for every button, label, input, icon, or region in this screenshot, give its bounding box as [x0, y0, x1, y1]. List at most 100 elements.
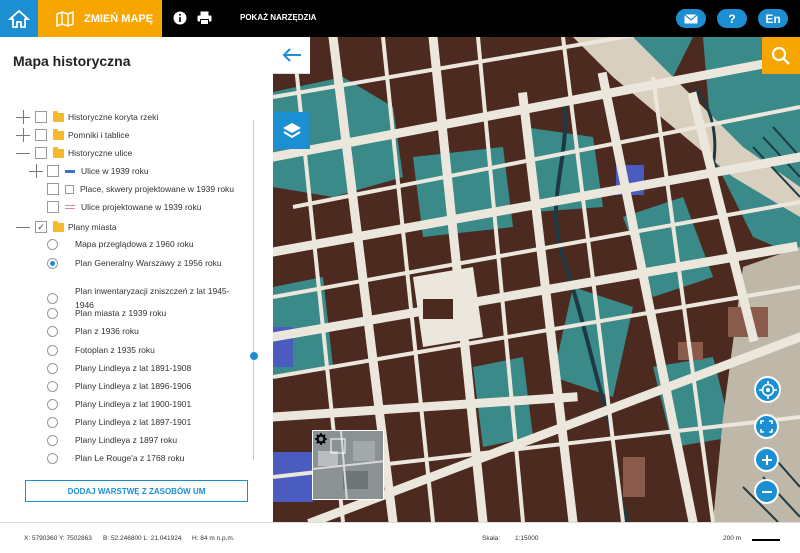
plan-radio[interactable] — [47, 416, 58, 428]
gear-icon[interactable] — [315, 432, 327, 450]
plan-item[interactable]: Plany Lindleya z 1897 roku — [47, 432, 177, 448]
plan-item-selected[interactable]: Plan Generalny Warszawy z 1956 roku — [47, 255, 222, 271]
language-button[interactable]: En — [758, 9, 788, 28]
scale-bar-label: 200 m — [723, 535, 742, 542]
top-bar: ZMIEŃ MAPĘ POKAŻ NARZĘDZIA ? En — [0, 0, 800, 37]
zoom-in-button[interactable] — [754, 447, 779, 472]
plan-item[interactable]: Plan z 1936 roku — [47, 323, 139, 339]
change-map-label: ZMIEŃ MAPĘ — [84, 12, 154, 25]
plan-label: Mapa przeglądowa z 1960 roku — [75, 239, 194, 249]
layer-item: Ulice w 1939 roku — [47, 163, 149, 179]
plan-radio[interactable] — [47, 452, 58, 464]
pink-line-symbol-icon — [65, 205, 75, 209]
plan-label: Plan z 1936 roku — [75, 326, 139, 336]
plan-label: Plan inwentaryzacji zniszczeń z lat 1945… — [75, 286, 230, 296]
expand-icon[interactable] — [16, 128, 30, 142]
folder-icon — [53, 128, 64, 140]
plan-radio[interactable] — [47, 344, 58, 356]
add-layer-button[interactable]: DODAJ WARSTWĘ Z ZASOBÓW UM — [25, 480, 248, 502]
zoom-out-button[interactable] — [754, 479, 779, 504]
layers-panel: Mapa historyczna Historyczne koryta rzek… — [0, 37, 273, 522]
layer-label: Pomniki i tablice — [68, 130, 130, 140]
search-icon — [771, 46, 790, 65]
arrow-left-icon — [282, 48, 301, 62]
plan-item[interactable]: Fotoplan z 1935 roku — [47, 342, 155, 358]
status-bar: X: 5790360 Y: 7502863 B: 52.246800 L: 21… — [0, 522, 800, 553]
mail-icon — [684, 13, 698, 23]
plan-label: Plany Lindleya z lat 1897-1901 — [75, 417, 192, 427]
layer-checkbox[interactable] — [47, 183, 59, 195]
layer-item: Pomniki i tablice — [35, 127, 129, 143]
plan-label: Plany Lindleya z 1897 roku — [75, 435, 178, 445]
plan-item[interactable]: Plany Lindleya z lat 1891-1908 — [47, 360, 191, 376]
layer-checkbox-checked[interactable]: ✓ — [35, 221, 47, 233]
layer-checkbox[interactable] — [35, 129, 47, 141]
layer-label: Historyczne koryta rzeki — [68, 112, 159, 122]
layer-item: Ulice projektowane w 1939 roku — [47, 199, 201, 215]
map-icon — [56, 10, 74, 27]
collapse-panel-button[interactable] — [273, 37, 310, 74]
plan-radio[interactable] — [47, 307, 58, 319]
blue-line-symbol-icon — [65, 169, 75, 173]
expand-icon[interactable] — [29, 164, 43, 178]
layer-label: Ulice w 1939 roku — [81, 166, 149, 176]
overview-map[interactable] — [312, 430, 384, 500]
height-readout: H: 84 m n.p.m. — [192, 535, 235, 542]
scrollbar-handle[interactable] — [250, 352, 258, 360]
plan-item[interactable]: Mapa przeglądowa z 1960 roku — [47, 236, 194, 252]
plan-radio[interactable] — [47, 362, 58, 374]
locate-button[interactable] — [754, 376, 781, 403]
plan-item[interactable]: Plan Le Rouge'a z 1768 roku — [47, 450, 184, 466]
info-icon[interactable] — [172, 10, 188, 26]
layers-icon — [282, 122, 301, 138]
plan-label: Plany Lindleya z lat 1891-1908 — [75, 363, 192, 373]
layer-label: Place, skwery projektowane w 1939 roku — [80, 184, 235, 194]
crosshair-icon — [758, 380, 777, 399]
bl-coordinates: B: 52.246800 L: 21.041924 — [103, 535, 182, 542]
folder-icon — [53, 146, 64, 158]
contact-button[interactable] — [676, 9, 706, 28]
change-map-button[interactable]: ZMIEŃ MAPĘ — [38, 0, 162, 37]
collapse-icon[interactable] — [16, 146, 30, 160]
layer-checkbox[interactable] — [35, 147, 47, 159]
plan-item[interactable]: Plany Lindleya z lat 1897-1901 — [47, 414, 191, 430]
map-search-button[interactable] — [762, 37, 800, 74]
layer-checkbox[interactable] — [47, 165, 59, 177]
plan-radio[interactable] — [47, 238, 58, 250]
plan-radio[interactable] — [47, 325, 58, 337]
folder-icon — [53, 220, 64, 232]
layer-item: ✓ Plany miasta — [35, 219, 117, 235]
plan-radio[interactable] — [47, 380, 58, 392]
layer-label: Ulice projektowane w 1939 roku — [81, 202, 202, 212]
expand-icon — [760, 420, 773, 433]
xy-coordinates: X: 5790360 Y: 7502863 — [24, 535, 92, 542]
square-symbol-icon — [65, 184, 74, 194]
scale-value[interactable]: 1:15000 — [515, 535, 539, 542]
print-icon[interactable] — [196, 10, 212, 26]
plan-label: Plany Lindleya z lat 1900-1901 — [75, 399, 192, 409]
home-button[interactable] — [0, 0, 38, 37]
layer-checkbox[interactable] — [35, 111, 47, 123]
plan-item[interactable]: Plan miasta z 1939 roku — [47, 305, 166, 321]
plan-label: Plan miasta z 1939 roku — [75, 308, 167, 318]
folder-icon — [53, 110, 64, 122]
show-tools-button[interactable]: POKAŻ NARZĘDZIA — [240, 13, 316, 22]
layer-checkbox[interactable] — [47, 201, 59, 213]
expand-icon[interactable] — [16, 110, 30, 124]
layers-button[interactable] — [273, 112, 310, 149]
plan-radio[interactable] — [47, 292, 58, 304]
layer-label: Plany miasta — [68, 222, 117, 232]
minus-icon — [761, 490, 772, 493]
plan-label: Plan Le Rouge'a z 1768 roku — [75, 453, 185, 463]
help-button[interactable]: ? — [717, 9, 747, 28]
layer-item: Place, skwery projektowane w 1939 roku — [47, 181, 234, 197]
plan-item[interactable]: Plany Lindleya z lat 1896-1906 — [47, 378, 191, 394]
collapse-icon[interactable] — [16, 220, 30, 234]
plan-item[interactable]: Plany Lindleya z lat 1900-1901 — [47, 396, 191, 412]
full-extent-button[interactable] — [754, 414, 779, 439]
scrollbar-track[interactable] — [253, 120, 254, 460]
plan-radio[interactable] — [47, 398, 58, 410]
plan-radio-selected[interactable] — [47, 257, 58, 269]
plan-radio[interactable] — [47, 434, 58, 446]
scale-label: Skala: — [482, 535, 501, 542]
